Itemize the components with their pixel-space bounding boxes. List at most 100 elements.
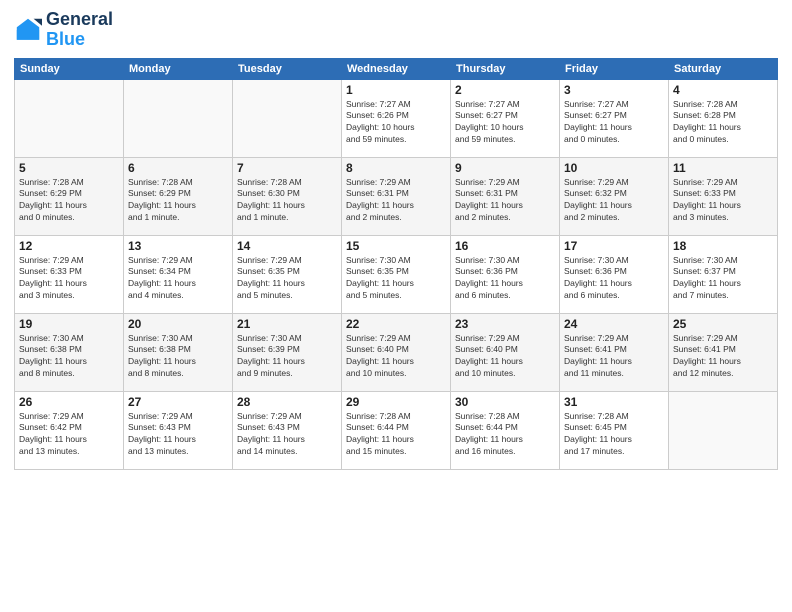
calendar-cell: 19Sunrise: 7:30 AM Sunset: 6:38 PM Dayli… bbox=[15, 313, 124, 391]
calendar-cell: 20Sunrise: 7:30 AM Sunset: 6:38 PM Dayli… bbox=[124, 313, 233, 391]
day-info: Sunrise: 7:29 AM Sunset: 6:40 PM Dayligh… bbox=[455, 333, 555, 381]
day-number: 28 bbox=[237, 395, 337, 409]
day-info: Sunrise: 7:29 AM Sunset: 6:35 PM Dayligh… bbox=[237, 255, 337, 303]
day-info: Sunrise: 7:27 AM Sunset: 6:27 PM Dayligh… bbox=[455, 99, 555, 147]
day-number: 20 bbox=[128, 317, 228, 331]
day-info: Sunrise: 7:29 AM Sunset: 6:41 PM Dayligh… bbox=[564, 333, 664, 381]
calendar-cell: 7Sunrise: 7:28 AM Sunset: 6:30 PM Daylig… bbox=[233, 157, 342, 235]
calendar-cell: 31 Sunrise: 7:28 AM Sunset: 6:45 PM Dayli… bbox=[560, 391, 669, 469]
day-number: 31 bbox=[564, 395, 664, 409]
day-number: 5 bbox=[19, 161, 119, 175]
page: General Blue SundayMondayTuesdayWednesda… bbox=[0, 0, 792, 612]
calendar-cell: 12 Sunrise: 7:29 AM Sunset: 6:33 PM Dayli… bbox=[15, 235, 124, 313]
day-number: 18 bbox=[673, 239, 773, 253]
header: General Blue bbox=[14, 10, 778, 50]
calendar-cell: 11 Sunrise: 7:29 AM Sunset: 6:33 PM Dayli… bbox=[669, 157, 778, 235]
calendar-cell: 8Sunrise: 7:29 AM Sunset: 6:31 PM Daylig… bbox=[342, 157, 451, 235]
weekday-header-wednesday: Wednesday bbox=[342, 58, 451, 79]
day-number: 25 bbox=[673, 317, 773, 331]
calendar-cell: 3Sunrise: 7:27 AM Sunset: 6:27 PM Daylig… bbox=[560, 79, 669, 157]
calendar-cell: 14 Sunrise: 7:29 AM Sunset: 6:35 PM Dayli… bbox=[233, 235, 342, 313]
day-info: Sunrise: 7:29 AM Sunset: 6:42 PM Dayligh… bbox=[19, 411, 119, 459]
day-info: Sunrise: 7:29 AM Sunset: 6:33 PM Dayligh… bbox=[19, 255, 119, 303]
logo-line2: Blue bbox=[46, 29, 85, 49]
day-info: Sunrise: 7:29 AM Sunset: 6:34 PM Dayligh… bbox=[128, 255, 228, 303]
weekday-header-monday: Monday bbox=[124, 58, 233, 79]
day-number: 11 bbox=[673, 161, 773, 175]
logo-icon bbox=[14, 16, 42, 44]
day-number: 15 bbox=[346, 239, 446, 253]
day-info: Sunrise: 7:30 AM Sunset: 6:37 PM Dayligh… bbox=[673, 255, 773, 303]
calendar-cell: 23 Sunrise: 7:29 AM Sunset: 6:40 PM Dayli… bbox=[451, 313, 560, 391]
calendar: SundayMondayTuesdayWednesdayThursdayFrid… bbox=[14, 58, 778, 470]
day-info: Sunrise: 7:29 AM Sunset: 6:43 PM Dayligh… bbox=[128, 411, 228, 459]
day-info: Sunrise: 7:28 AM Sunset: 6:44 PM Dayligh… bbox=[455, 411, 555, 459]
day-number: 10 bbox=[564, 161, 664, 175]
day-info: Sunrise: 7:29 AM Sunset: 6:43 PM Dayligh… bbox=[237, 411, 337, 459]
logo-text: General Blue bbox=[46, 10, 113, 50]
day-number: 4 bbox=[673, 83, 773, 97]
day-info: Sunrise: 7:28 AM Sunset: 6:28 PM Dayligh… bbox=[673, 99, 773, 147]
weekday-header-row: SundayMondayTuesdayWednesdayThursdayFrid… bbox=[15, 58, 778, 79]
day-number: 2 bbox=[455, 83, 555, 97]
calendar-cell: 26 Sunrise: 7:29 AM Sunset: 6:42 PM Dayli… bbox=[15, 391, 124, 469]
day-number: 24 bbox=[564, 317, 664, 331]
calendar-cell bbox=[15, 79, 124, 157]
calendar-cell: 21 Sunrise: 7:30 AM Sunset: 6:39 PM Dayli… bbox=[233, 313, 342, 391]
day-info: Sunrise: 7:29 AM Sunset: 6:31 PM Dayligh… bbox=[455, 177, 555, 225]
calendar-cell: 13 Sunrise: 7:29 AM Sunset: 6:34 PM Dayli… bbox=[124, 235, 233, 313]
day-number: 23 bbox=[455, 317, 555, 331]
day-number: 1 bbox=[346, 83, 446, 97]
weekday-header-saturday: Saturday bbox=[669, 58, 778, 79]
weekday-header-sunday: Sunday bbox=[15, 58, 124, 79]
day-info: Sunrise: 7:29 AM Sunset: 6:31 PM Dayligh… bbox=[346, 177, 446, 225]
day-info: Sunrise: 7:28 AM Sunset: 6:45 PM Dayligh… bbox=[564, 411, 664, 459]
calendar-cell: 22 Sunrise: 7:29 AM Sunset: 6:40 PM Dayli… bbox=[342, 313, 451, 391]
calendar-cell bbox=[669, 391, 778, 469]
day-number: 22 bbox=[346, 317, 446, 331]
day-info: Sunrise: 7:30 AM Sunset: 6:36 PM Dayligh… bbox=[455, 255, 555, 303]
day-number: 6 bbox=[128, 161, 228, 175]
calendar-cell: 16 Sunrise: 7:30 AM Sunset: 6:36 PM Dayli… bbox=[451, 235, 560, 313]
day-number: 27 bbox=[128, 395, 228, 409]
day-info: Sunrise: 7:29 AM Sunset: 6:41 PM Dayligh… bbox=[673, 333, 773, 381]
day-info: Sunrise: 7:29 AM Sunset: 6:33 PM Dayligh… bbox=[673, 177, 773, 225]
calendar-cell: 4 Sunrise: 7:28 AM Sunset: 6:28 PM Daylig… bbox=[669, 79, 778, 157]
logo-line1: General bbox=[46, 10, 113, 30]
calendar-cell: 18 Sunrise: 7:30 AM Sunset: 6:37 PM Dayli… bbox=[669, 235, 778, 313]
day-number: 13 bbox=[128, 239, 228, 253]
calendar-cell: 1Sunrise: 7:27 AM Sunset: 6:26 PM Daylig… bbox=[342, 79, 451, 157]
calendar-cell: 25 Sunrise: 7:29 AM Sunset: 6:41 PM Dayli… bbox=[669, 313, 778, 391]
week-row-0: 1Sunrise: 7:27 AM Sunset: 6:26 PM Daylig… bbox=[15, 79, 778, 157]
week-row-3: 19Sunrise: 7:30 AM Sunset: 6:38 PM Dayli… bbox=[15, 313, 778, 391]
logo: General Blue bbox=[14, 10, 113, 50]
week-row-2: 12 Sunrise: 7:29 AM Sunset: 6:33 PM Dayli… bbox=[15, 235, 778, 313]
day-info: Sunrise: 7:30 AM Sunset: 6:35 PM Dayligh… bbox=[346, 255, 446, 303]
day-number: 21 bbox=[237, 317, 337, 331]
weekday-header-friday: Friday bbox=[560, 58, 669, 79]
calendar-cell bbox=[124, 79, 233, 157]
weekday-header-thursday: Thursday bbox=[451, 58, 560, 79]
calendar-cell: 29Sunrise: 7:28 AM Sunset: 6:44 PM Dayli… bbox=[342, 391, 451, 469]
day-number: 17 bbox=[564, 239, 664, 253]
day-info: Sunrise: 7:29 AM Sunset: 6:40 PM Dayligh… bbox=[346, 333, 446, 381]
day-number: 9 bbox=[455, 161, 555, 175]
day-number: 16 bbox=[455, 239, 555, 253]
day-number: 19 bbox=[19, 317, 119, 331]
calendar-cell: 27 Sunrise: 7:29 AM Sunset: 6:43 PM Dayli… bbox=[124, 391, 233, 469]
day-info: Sunrise: 7:27 AM Sunset: 6:27 PM Dayligh… bbox=[564, 99, 664, 147]
day-info: Sunrise: 7:28 AM Sunset: 6:44 PM Dayligh… bbox=[346, 411, 446, 459]
day-info: Sunrise: 7:28 AM Sunset: 6:30 PM Dayligh… bbox=[237, 177, 337, 225]
day-number: 26 bbox=[19, 395, 119, 409]
calendar-cell: 10 Sunrise: 7:29 AM Sunset: 6:32 PM Dayli… bbox=[560, 157, 669, 235]
calendar-cell: 24 Sunrise: 7:29 AM Sunset: 6:41 PM Dayli… bbox=[560, 313, 669, 391]
week-row-4: 26 Sunrise: 7:29 AM Sunset: 6:42 PM Dayli… bbox=[15, 391, 778, 469]
calendar-cell: 15 Sunrise: 7:30 AM Sunset: 6:35 PM Dayli… bbox=[342, 235, 451, 313]
weekday-header-tuesday: Tuesday bbox=[233, 58, 342, 79]
day-number: 14 bbox=[237, 239, 337, 253]
day-number: 12 bbox=[19, 239, 119, 253]
calendar-cell: 30Sunrise: 7:28 AM Sunset: 6:44 PM Dayli… bbox=[451, 391, 560, 469]
day-info: Sunrise: 7:29 AM Sunset: 6:32 PM Dayligh… bbox=[564, 177, 664, 225]
week-row-1: 5Sunrise: 7:28 AM Sunset: 6:29 PM Daylig… bbox=[15, 157, 778, 235]
day-info: Sunrise: 7:30 AM Sunset: 6:39 PM Dayligh… bbox=[237, 333, 337, 381]
